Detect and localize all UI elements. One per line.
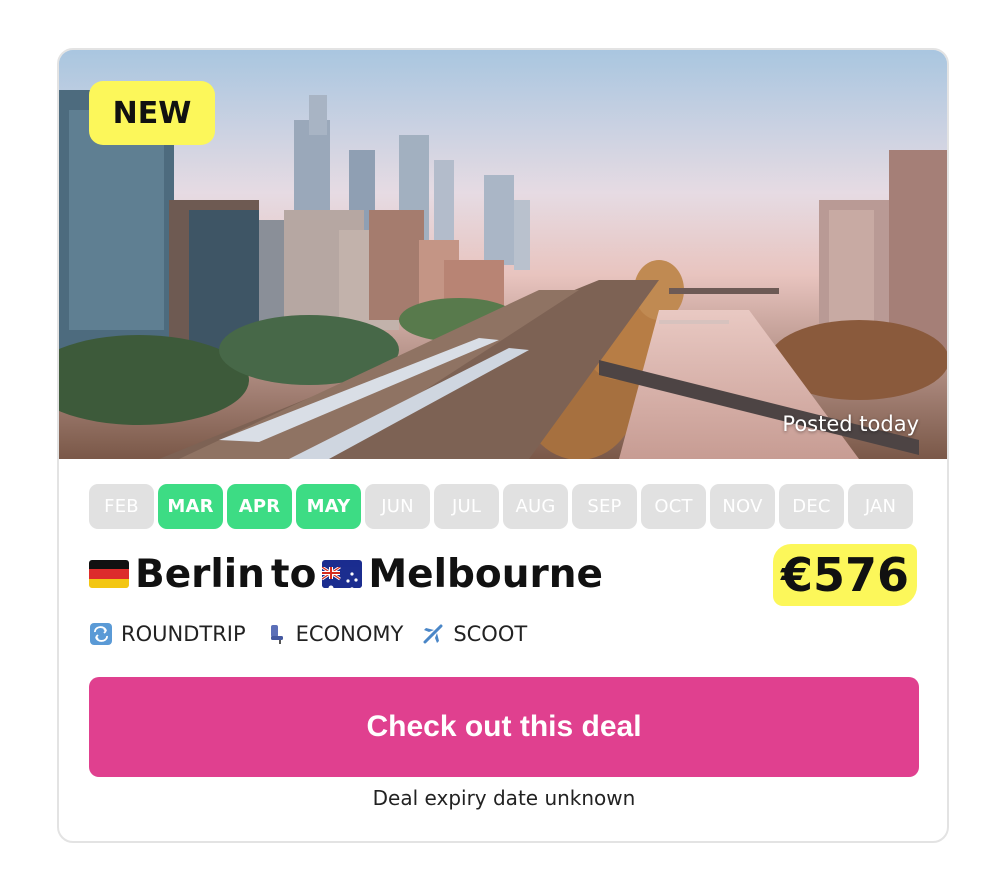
deal-details: ROUNDTRIP ECONOMY SCOOT: [89, 622, 527, 646]
posted-date: Posted today: [782, 412, 919, 436]
airline-label: SCOOT: [453, 622, 528, 646]
month-oct: OCT: [641, 484, 706, 529]
new-badge-label: NEW: [112, 95, 192, 131]
trip-type-label: ROUNDTRIP: [121, 622, 246, 646]
route-connector: to: [270, 551, 317, 597]
destination-city: Melbourne: [368, 551, 603, 597]
deal-card[interactable]: NEW Posted today FEB MAR APR MAY JUN JUL…: [57, 48, 949, 843]
month-may: MAY: [296, 484, 361, 529]
trip-type: ROUNDTRIP: [89, 622, 246, 646]
month-jun: JUN: [365, 484, 430, 529]
seat-icon: [264, 622, 288, 646]
new-badge: NEW: [89, 81, 215, 145]
cabin-label: ECONOMY: [295, 622, 404, 646]
hero-image: NEW Posted today: [59, 50, 947, 459]
month-jul: JUL: [434, 484, 499, 529]
month-sep: SEP: [572, 484, 637, 529]
expiry-note: Deal expiry date unknown: [372, 786, 636, 810]
repeat-icon: [89, 622, 113, 646]
route-title: Berlin to Melbourne: [89, 548, 603, 600]
month-feb: FEB: [89, 484, 154, 529]
airplane-icon: [421, 622, 445, 646]
cabin-class: ECONOMY: [264, 622, 404, 646]
month-mar: MAR: [158, 484, 223, 529]
origin-city: Berlin: [135, 551, 265, 597]
month-nov: NOV: [710, 484, 775, 529]
month-aug: AUG: [503, 484, 568, 529]
month-jan: JAN: [848, 484, 913, 529]
australia-flag-icon: [322, 560, 363, 588]
airline: SCOOT: [421, 622, 527, 646]
month-apr: APR: [227, 484, 292, 529]
germany-flag-icon: [89, 560, 129, 588]
price-tag: €576: [772, 544, 917, 606]
travel-months: FEB MAR APR MAY JUN JUL AUG SEP OCT NOV …: [89, 484, 913, 529]
check-out-deal-button[interactable]: Check out this deal: [89, 677, 919, 777]
month-dec: DEC: [779, 484, 844, 529]
